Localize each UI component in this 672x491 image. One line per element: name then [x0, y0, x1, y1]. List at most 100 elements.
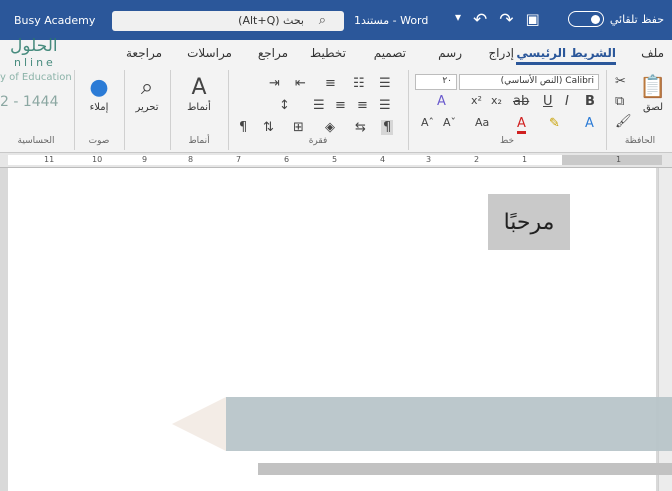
selected-text[interactable]: مرحبًا	[488, 194, 570, 250]
document-title: Word - مستند1	[354, 14, 429, 27]
styles-icon: A	[191, 75, 207, 100]
highlighter-icon[interactable]: ✎	[549, 116, 560, 131]
italic-icon[interactable]: I	[565, 94, 569, 109]
ruler-tick: 9	[142, 155, 148, 164]
justify-icon[interactable]: ☰	[313, 98, 325, 113]
slide-arrow-shape	[172, 397, 226, 451]
tab-review[interactable]: مراجعة	[126, 46, 162, 60]
font-color-icon[interactable]: A	[517, 116, 526, 134]
show-formatting-icon[interactable]: ¶	[381, 120, 394, 135]
autosave-toggle[interactable]	[567, 11, 604, 27]
copy-icon[interactable]: ⧉	[615, 94, 624, 109]
align-center-icon[interactable]: ≡	[357, 98, 368, 113]
redo-icon[interactable]: ↷	[499, 10, 513, 30]
tab-references[interactable]: مراجع	[258, 46, 288, 60]
undo-icon[interactable]: ↶	[473, 10, 487, 30]
clipboard-group: 📋 لصق ✂ ⧉ 🖌 الحافظة	[606, 70, 672, 150]
voice-group: ● إملاء صوت	[74, 70, 123, 150]
subscript-icon[interactable]: x₂	[491, 94, 502, 107]
search-input[interactable]: بحث (Alt+Q) ⌕	[112, 11, 344, 31]
tab-mailings[interactable]: مراسلات	[187, 46, 232, 60]
title-bar: Busy Academy بحث (Alt+Q) ⌕ Word - مستند1…	[0, 0, 672, 40]
paste-label: لصق	[642, 102, 664, 113]
ribbon-tabs: ملف الشريط الرئيسي إدراج رسم تصميم تخطيط…	[0, 40, 672, 66]
pilcrow-icon[interactable]: ¶	[239, 120, 247, 135]
styles-button[interactable]: A أنماط	[177, 74, 221, 113]
grow-font-icon[interactable]: Aˆ	[421, 116, 434, 129]
ruler-tick: 6	[284, 155, 290, 164]
bold-icon[interactable]: B	[585, 94, 595, 109]
cut-icon[interactable]: ✂	[615, 74, 626, 89]
autosave-label: حفظ تلقائي	[609, 12, 664, 26]
bullets-icon[interactable]: ☰	[379, 76, 391, 91]
dictate-label: إملاء	[89, 102, 109, 113]
line-spacing-icon[interactable]: ↕	[279, 98, 290, 113]
shading-icon[interactable]: ◈	[325, 120, 335, 135]
text-effects-icon[interactable]: A	[437, 94, 446, 109]
superscript-icon[interactable]: x²	[471, 94, 482, 107]
sensitivity-group-label: الحساسية	[17, 136, 55, 146]
strikethrough-icon[interactable]: ab	[513, 94, 529, 109]
ruler-tick: 1	[522, 155, 528, 164]
styles-group: A أنماط أنماط	[170, 70, 227, 150]
search-icon: ⌕	[318, 13, 326, 28]
format-painter-icon[interactable]: 🖌	[615, 114, 632, 129]
dictate-button[interactable]: ● إملاء	[79, 74, 119, 113]
ruler-tick: 4	[380, 155, 386, 164]
font-name-dropdown[interactable]: Calibri (النص الأساسي)	[459, 74, 599, 90]
increase-indent-icon[interactable]: ⇥	[269, 76, 280, 91]
ruler-tick: 10	[92, 155, 103, 164]
customize-icon[interactable]: ▾	[455, 10, 461, 30]
ruler: 11 10 9 8 7 6 5 4 3 2 1 1	[0, 153, 672, 168]
font-group: Calibri (النص الأساسي) ٢٠ B I U ab x₂ x²…	[408, 70, 605, 150]
slide-overlay-band	[226, 397, 672, 451]
editing-group: ⌕ تحرير	[124, 70, 169, 150]
font-group-label: خط	[499, 136, 515, 146]
font-size-dropdown[interactable]: ٢٠	[415, 74, 457, 90]
account-name[interactable]: Busy Academy	[14, 14, 95, 27]
ribbon: 📋 لصق ✂ ⧉ 🖌 الحافظة Calibri (النص الأساس…	[0, 66, 672, 153]
microphone-icon: ●	[89, 75, 109, 100]
tab-design[interactable]: تصميم	[374, 46, 406, 60]
multilevel-list-icon[interactable]: ≡	[325, 76, 336, 91]
save-icon[interactable]: ▣	[526, 10, 540, 30]
search-placeholder: بحث (Alt+Q)	[238, 14, 304, 27]
tab-home[interactable]: الشريط الرئيسي	[516, 46, 616, 65]
ruler-tick: 7	[236, 155, 242, 164]
tab-file[interactable]: ملف	[641, 46, 664, 60]
paste-icon: 📋	[639, 75, 667, 100]
find-icon: ⌕	[140, 75, 154, 100]
paste-button[interactable]: 📋 لصق	[637, 74, 669, 113]
ruler-tick: 2	[474, 155, 480, 164]
rtl-direction-icon[interactable]: ⇆	[355, 120, 366, 135]
numbering-icon[interactable]: ☷	[353, 76, 365, 91]
shrink-font-icon[interactable]: Aˇ	[443, 116, 456, 129]
borders-icon[interactable]: ⊞	[293, 120, 304, 135]
text-highlight-icon[interactable]: A	[585, 116, 594, 131]
ruler-tick: 5	[332, 155, 338, 164]
autosave-control[interactable]: حفظ تلقائي	[567, 11, 664, 27]
ruler-tick: 3	[426, 155, 432, 164]
ruler-tick: 1	[616, 155, 622, 164]
editing-button[interactable]: ⌕ تحرير	[129, 74, 165, 113]
align-left-icon[interactable]: ≡	[335, 98, 346, 113]
underline-icon[interactable]: U	[543, 94, 553, 109]
sensitivity-group: الحساسية	[0, 70, 72, 150]
decrease-indent-icon[interactable]: ⇤	[295, 76, 306, 91]
tab-draw[interactable]: رسم	[438, 46, 462, 60]
change-case-icon[interactable]: Aa	[475, 116, 489, 129]
styles-label: أنماط	[187, 102, 211, 113]
tab-layout[interactable]: تخطيط	[310, 46, 346, 60]
align-right-icon[interactable]: ☰	[379, 98, 391, 113]
tab-insert[interactable]: إدراج	[488, 46, 514, 60]
paragraph-group-label: فقرة	[308, 136, 328, 146]
voice-group-label: صوت	[88, 136, 110, 146]
clipboard-group-label: الحافظة	[624, 136, 656, 146]
slide-bottom-bar	[258, 463, 672, 475]
sort-icon[interactable]: ⇅	[263, 120, 274, 135]
paragraph-group: ☰ ☷ ≡ ⇤ ⇥ ☰ ≡ ≡ ☰ ↕ ¶ ⇆ ◈ ⊞ ⇅ ¶ فقرة	[228, 70, 407, 150]
styles-group-label: أنماط	[188, 136, 210, 146]
ruler-tick: 11	[44, 155, 55, 164]
ruler-tick: 8	[188, 155, 194, 164]
ruler-margin-area	[562, 155, 662, 165]
